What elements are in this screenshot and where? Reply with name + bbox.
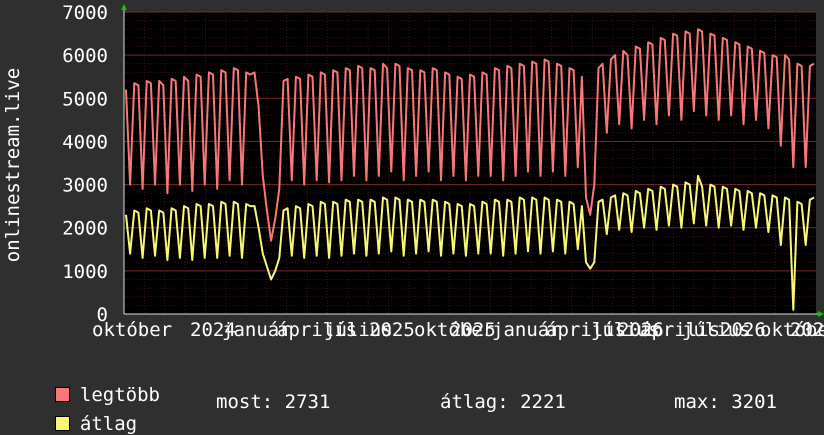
y-tick-label: 4000 <box>62 131 108 153</box>
y-tick-label: 7000 <box>62 2 108 24</box>
y-tick-label: 2000 <box>62 218 108 240</box>
legend-label-atlag: átlag <box>79 413 138 435</box>
y-tick-label: 5000 <box>62 88 108 110</box>
stat-max: max: 3201 <box>674 391 777 413</box>
legend-swatch-atlag <box>54 416 70 431</box>
x-axis-arrow <box>818 311 824 317</box>
y-tick-label: 1000 <box>62 261 108 283</box>
x-tick-label: 2025 <box>450 319 496 341</box>
stat-atlag: átlag: 2221 <box>440 391 566 413</box>
legend-item-atlag: átlag <box>32 391 137 435</box>
x-tick-label: 2025 <box>369 319 415 341</box>
stat-most: most: 2731 <box>216 391 331 413</box>
y-tick-label: 3000 <box>62 175 108 197</box>
x-tick-label: 2026 <box>790 319 824 341</box>
x-tick-label: október <box>92 319 172 341</box>
y-tick-label: 6000 <box>62 45 108 67</box>
y-axis-label: onlinestream.live <box>2 68 24 262</box>
y-axis-arrow <box>121 4 127 10</box>
x-tick-label: 2026 <box>720 319 766 341</box>
